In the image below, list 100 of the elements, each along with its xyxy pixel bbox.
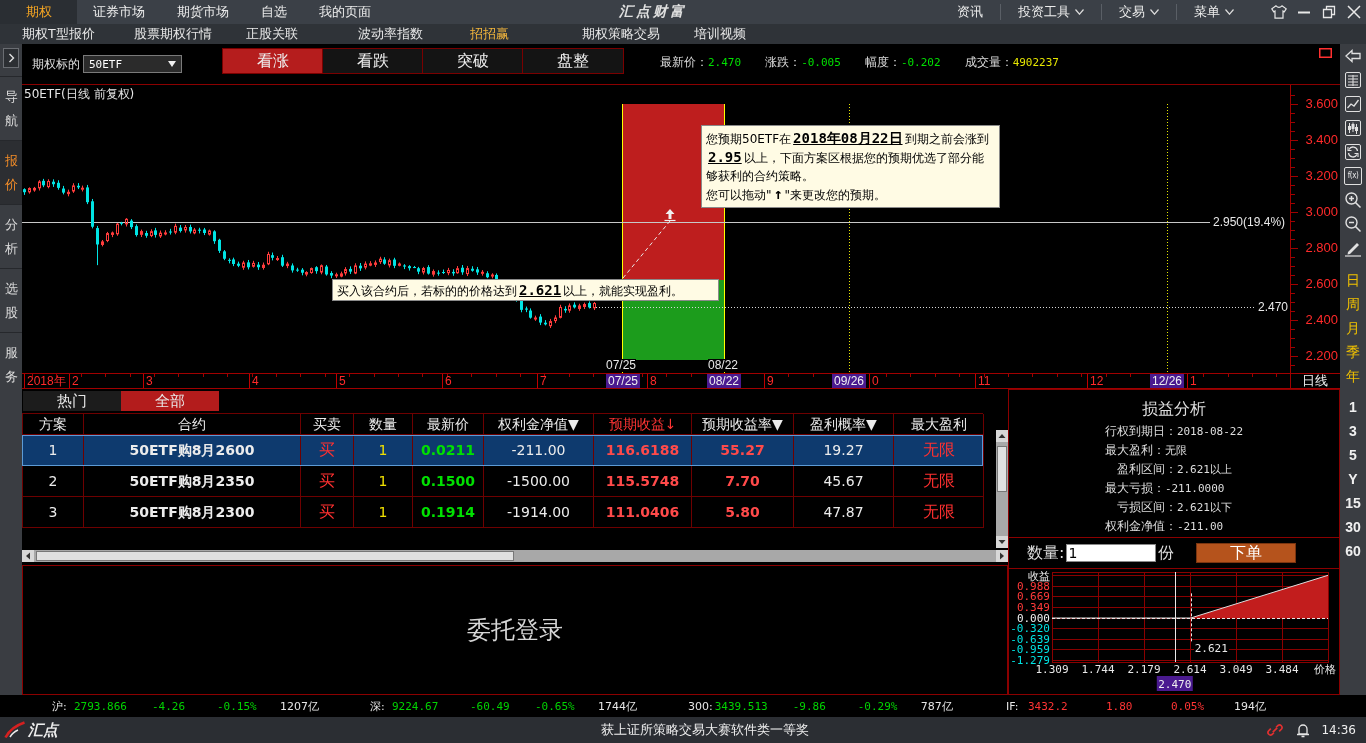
footer-logo: 汇点 [28,720,58,740]
nav-item[interactable]: 分析 [0,204,22,268]
table-cell: 45.67 [794,466,894,497]
drag-handle-icon[interactable] [663,209,677,222]
sub-tab[interactable]: 期权策略交易 [582,24,694,44]
interval-button[interactable]: 30 [1340,515,1366,539]
line-chart-icon[interactable] [1344,95,1362,113]
analysis-value: 2018-08-22 [1176,425,1244,438]
quantity-field[interactable]: 1 [1066,544,1157,562]
table-cell: 1 [354,435,413,466]
menu-tab[interactable]: 我的页面 [303,0,387,24]
arrow-right-icon[interactable] [996,550,1008,562]
quote-label: 涨跌： [765,54,802,71]
zoom-in-icon[interactable] [1344,191,1362,209]
scrollbar-thumb[interactable] [997,446,1007,492]
table-row[interactable]: 1 50ETF购8月2600 买 1 0.0211 -211.00 116.6188 55.27 19.27 无限 [22,435,983,466]
table-row[interactable]: 3 50ETF购8月2300 买 1 0.1914 -1914.00 111.0406 5.80 47.87 无限 [22,497,983,528]
menu-tab[interactable]: 期货市场 [161,0,245,24]
interval-button[interactable]: 60 [1340,539,1366,563]
period-button[interactable]: 周 [1340,292,1366,316]
maximize-icon[interactable] [1319,48,1332,58]
underlying-select[interactable]: 50ETF [83,55,182,73]
table-cell: 50ETF购8月2600 [84,435,301,466]
quote-value: 4902237 [1012,56,1059,69]
outlook-tab[interactable]: 看涨 [223,49,323,73]
menu-button[interactable]: 投资工具 [1000,4,1101,20]
formula-button[interactable]: f(x) [1344,167,1362,185]
y-tick-label: 0.669 [1016,590,1050,603]
horizontal-scrollbar[interactable] [22,550,1008,562]
menu-tab[interactable]: 自选 [245,0,303,24]
arrow-up-icon[interactable] [996,430,1008,442]
app-logo: 汇点财富 [619,3,687,21]
close-icon[interactable] [1346,5,1362,19]
date-axis-label: 2018年 [24,374,66,388]
chevron-right-icon [7,53,15,63]
expand-button[interactable] [3,48,19,68]
quote-value: -0.202 [900,56,941,69]
date-axis-label: 12 [1087,374,1104,388]
interval-button[interactable]: Y [1340,467,1366,491]
sub-tab[interactable]: 期权T型报价 [22,24,134,44]
table-cell: 0.1914 [413,497,484,528]
table-cell: -1500.00 [484,466,594,497]
date-axis-label: 6 [442,374,452,388]
vertical-scrollbar[interactable] [996,430,1008,548]
arrow-left-icon[interactable] [22,550,34,562]
scrollbar-thumb[interactable] [36,551,514,561]
period-button[interactable]: 季 [1340,340,1366,364]
period-button[interactable]: 月 [1340,316,1366,340]
menu-button[interactable]: 菜单 [1176,4,1251,20]
sub-tab[interactable]: 招招赢 [470,24,582,44]
analysis-label: 亏损区间： [1116,500,1177,514]
sub-tab[interactable]: 正股关联 [246,24,358,44]
interval-button[interactable]: 3 [1340,419,1366,443]
arrow-down-icon[interactable] [996,536,1008,548]
refresh-icon[interactable] [1344,143,1362,161]
outlook-tab[interactable]: 盘整 [523,49,623,73]
restore-icon[interactable] [1321,5,1337,19]
menu-tab[interactable]: 期权 [0,0,77,24]
nav-item[interactable]: 服务 [0,332,22,396]
x-tick-label: 1.744 [1081,663,1115,676]
zoom-out-icon[interactable] [1344,215,1362,233]
period-button[interactable]: 日 [1340,268,1366,292]
back-arrow-icon[interactable] [1344,47,1362,65]
menu-button[interactable]: 资讯 [940,4,1000,20]
submit-button[interactable]: 下单 [1196,543,1297,563]
interval-button[interactable]: 1 [1340,395,1366,419]
date-axis-label: 9 [764,374,774,388]
table-cell: 116.6188 [594,435,692,466]
price-axis-label: 3.600 [1304,96,1338,112]
nav-item[interactable]: 选股 [0,268,22,332]
x-tick-label: 2.179 [1127,663,1161,676]
table-row[interactable]: 2 50ETF购8月2350 买 1 0.1500 -1500.00 115.5748 7.70 45.67 无限 [22,466,983,497]
period-button[interactable]: 年 [1340,364,1366,388]
price-axis-label: 2.200 [1304,348,1338,364]
table-cell: 2 [23,466,84,497]
filter-tab[interactable]: 全部 [121,391,219,411]
table-cell: 111.0406 [594,497,692,528]
nav-item[interactable]: 报价 [0,140,22,204]
outlook-tab[interactable]: 看跌 [323,49,423,73]
bell-icon[interactable] [1295,722,1312,738]
table-icon[interactable] [1344,71,1362,89]
shirt-icon[interactable] [1271,5,1287,19]
interval-button[interactable]: 15 [1340,491,1366,515]
unit-label: 份 [1158,542,1175,564]
filter-tab[interactable]: 热门 [23,391,121,411]
quantity-label: 数量: [1027,542,1065,564]
menu-tab[interactable]: 证券市场 [77,0,161,24]
quote-label: 最新价： [660,54,708,71]
chart-title: 50ETF(日线 前复权) [24,86,135,103]
candlestick-icon[interactable] [1344,119,1362,137]
sub-tab[interactable]: 培训视频 [694,24,806,44]
table-cell: 19.27 [794,435,894,466]
menu-button[interactable]: 交易 [1101,4,1176,20]
sub-tab[interactable]: 股票期权行情 [134,24,246,44]
table-cell: 0.1500 [413,466,484,497]
sub-tab[interactable]: 波动率指数 [358,24,470,44]
link-icon[interactable] [1267,722,1284,738]
analysis-label: 盈利区间： [1116,462,1177,476]
outlook-tab[interactable]: 突破 [423,49,523,73]
interval-button[interactable]: 5 [1340,443,1366,467]
